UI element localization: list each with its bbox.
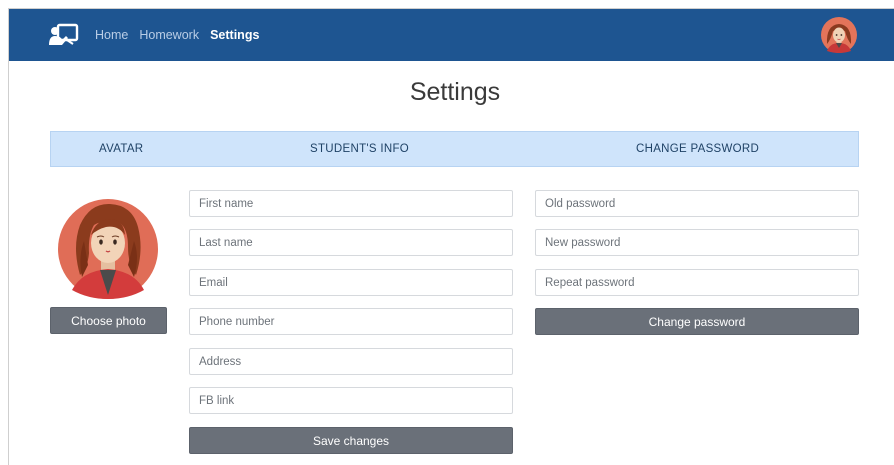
section-heading-change-password: CHANGE PASSWORD	[636, 143, 760, 155]
repeat-password-field[interactable]	[535, 269, 859, 296]
phone-number-field[interactable]	[189, 308, 513, 335]
change-password-button[interactable]: Change password	[535, 308, 859, 335]
address-field[interactable]	[189, 348, 513, 375]
top-navbar: Home Homework Settings	[9, 9, 894, 61]
nav-link-homework[interactable]: Homework	[139, 28, 199, 42]
classroom-presentation-icon[interactable]	[49, 23, 79, 47]
new-password-field[interactable]	[535, 229, 859, 256]
user-avatar-icon[interactable]	[821, 17, 857, 53]
nav-link-settings[interactable]: Settings	[210, 28, 259, 42]
choose-photo-button[interactable]: Choose photo	[50, 307, 167, 334]
email-field[interactable]	[189, 269, 513, 296]
save-changes-button[interactable]: Save changes	[189, 427, 513, 454]
page-title: Settings	[409, 78, 501, 106]
section-header-bar: AVATAR STUDENT'S INFO CHANGE PASSWORD	[50, 131, 859, 167]
nav-link-home[interactable]: Home	[95, 28, 128, 42]
nav-links: Home Homework Settings	[95, 9, 259, 61]
last-name-field[interactable]	[189, 229, 513, 256]
profile-avatar-image	[58, 199, 158, 299]
section-heading-avatar: AVATAR	[99, 143, 144, 155]
first-name-field[interactable]	[189, 190, 513, 217]
section-heading-student-info: STUDENT'S INFO	[310, 143, 410, 155]
fb-link-field[interactable]	[189, 387, 513, 414]
old-password-field[interactable]	[535, 190, 859, 217]
